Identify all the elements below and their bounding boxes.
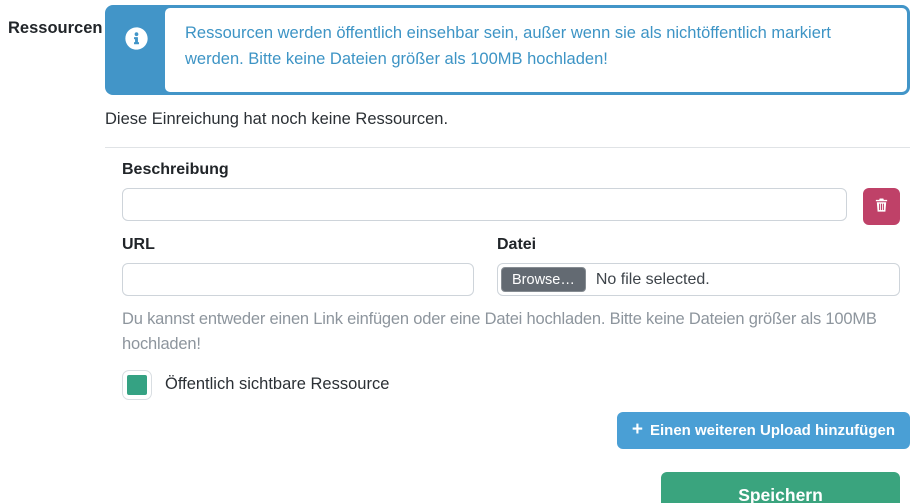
description-row [122,188,900,225]
url-label: URL [122,236,155,253]
save-row: Speichern [122,471,900,503]
public-resource-label: Öffentlich sichtbare Ressource [165,375,390,393]
url-input[interactable] [122,263,474,296]
resources-content: Ressourcen werden öffentlich einsehbar s… [105,5,910,503]
add-upload-button[interactable]: + Einen weiteren Upload hinzufügen [616,411,910,449]
info-alert: Ressourcen werden öffentlich einsehbar s… [105,5,910,95]
file-label: Datei [497,236,537,253]
resources-section: Ressourcen Ressourcen werden öffentlich … [0,0,916,503]
url-column: URL [122,236,474,296]
file-input[interactable]: Browse… No file selected. [497,263,900,296]
divider [105,147,910,148]
file-status-text: No file selected. [595,270,710,288]
public-resource-row: Öffentlich sichtbare Ressource [122,369,910,400]
empty-resources-text: Diese Einreichung hat noch keine Ressour… [105,110,449,128]
trash-icon [874,197,889,216]
info-alert-text: Ressourcen werden öffentlich einsehbar s… [165,8,907,92]
plus-icon: + [631,418,643,440]
browse-button[interactable]: Browse… [501,267,586,292]
section-label: Ressourcen [8,19,103,37]
delete-upload-button[interactable] [863,188,900,225]
upload-help-text: Du kannst entweder einen Link einfügen o… [122,310,877,353]
url-file-row: URL Datei Browse… No file selected. [122,236,900,296]
checkbox-checked-mark [127,374,147,395]
description-label: Beschreibung [122,161,229,178]
save-button[interactable]: Speichern [661,471,900,503]
public-resource-checkbox[interactable] [122,369,152,400]
description-input[interactable] [122,188,847,221]
info-circle-icon [125,27,148,55]
add-upload-button-label: Einen weiteren Upload hinzufügen [649,421,895,439]
file-column: Datei Browse… No file selected. [497,236,900,296]
add-upload-row: + Einen weiteren Upload hinzufügen [122,411,910,449]
upload-form: Beschreibung URL Datei Browse… No file s… [105,161,910,503]
info-alert-icon-column [108,8,165,92]
